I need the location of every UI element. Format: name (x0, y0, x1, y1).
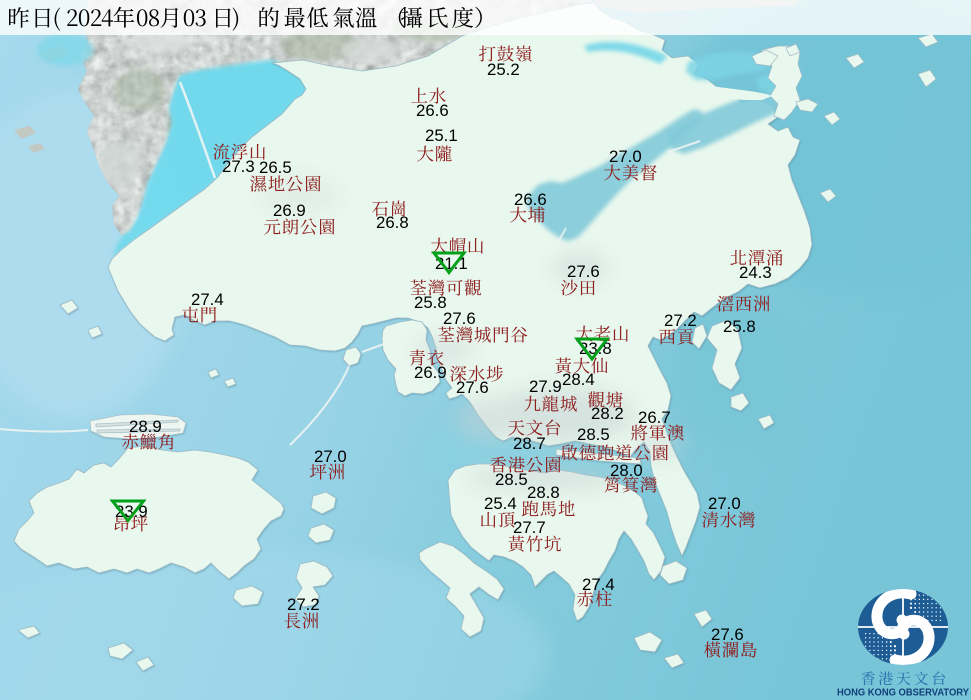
svg-text:27.4: 27.4 (191, 290, 224, 309)
svg-text:26.7: 26.7 (638, 408, 671, 427)
svg-text:28.9: 28.9 (129, 417, 162, 436)
svg-text:27.6: 27.6 (567, 262, 600, 281)
svg-text:27.3: 27.3 (222, 157, 255, 176)
svg-text:27.6: 27.6 (443, 309, 476, 328)
svg-text:27.0: 27.0 (314, 447, 347, 466)
svg-text:28.5: 28.5 (577, 425, 610, 444)
svg-text:27.9: 27.9 (529, 377, 562, 396)
svg-text:26.9: 26.9 (414, 363, 447, 382)
svg-text:27.2: 27.2 (664, 311, 697, 330)
svg-text:27.0: 27.0 (708, 494, 741, 513)
svg-text:26.9: 26.9 (273, 201, 306, 220)
svg-text:26.8: 26.8 (376, 213, 409, 232)
svg-text:28.4: 28.4 (562, 370, 595, 389)
svg-text:28.8: 28.8 (527, 483, 560, 502)
svg-text:26.6: 26.6 (514, 190, 547, 209)
svg-text:24.3: 24.3 (739, 263, 772, 282)
svg-text:25.4: 25.4 (484, 494, 517, 513)
svg-text:27.4: 27.4 (582, 575, 615, 594)
svg-text:26.5: 26.5 (259, 158, 292, 177)
svg-text:25.8: 25.8 (723, 317, 756, 336)
svg-text:25.1: 25.1 (425, 126, 458, 145)
svg-text:HONG KONG OBSERVATORY: HONG KONG OBSERVATORY (837, 687, 969, 699)
svg-text:28.0: 28.0 (610, 461, 643, 480)
svg-text:28.2: 28.2 (591, 404, 624, 423)
svg-text:27.0: 27.0 (609, 147, 642, 166)
svg-text:25.8: 25.8 (414, 293, 447, 312)
svg-text:27.2: 27.2 (287, 595, 320, 614)
svg-text:28.5: 28.5 (495, 470, 528, 489)
svg-text:27.6: 27.6 (711, 625, 744, 644)
svg-text:28.7: 28.7 (513, 434, 546, 453)
svg-text:26.6: 26.6 (416, 101, 449, 120)
svg-text:27.7: 27.7 (513, 518, 546, 537)
svg-text:27.6: 27.6 (456, 378, 489, 397)
svg-text:25.2: 25.2 (487, 60, 520, 79)
